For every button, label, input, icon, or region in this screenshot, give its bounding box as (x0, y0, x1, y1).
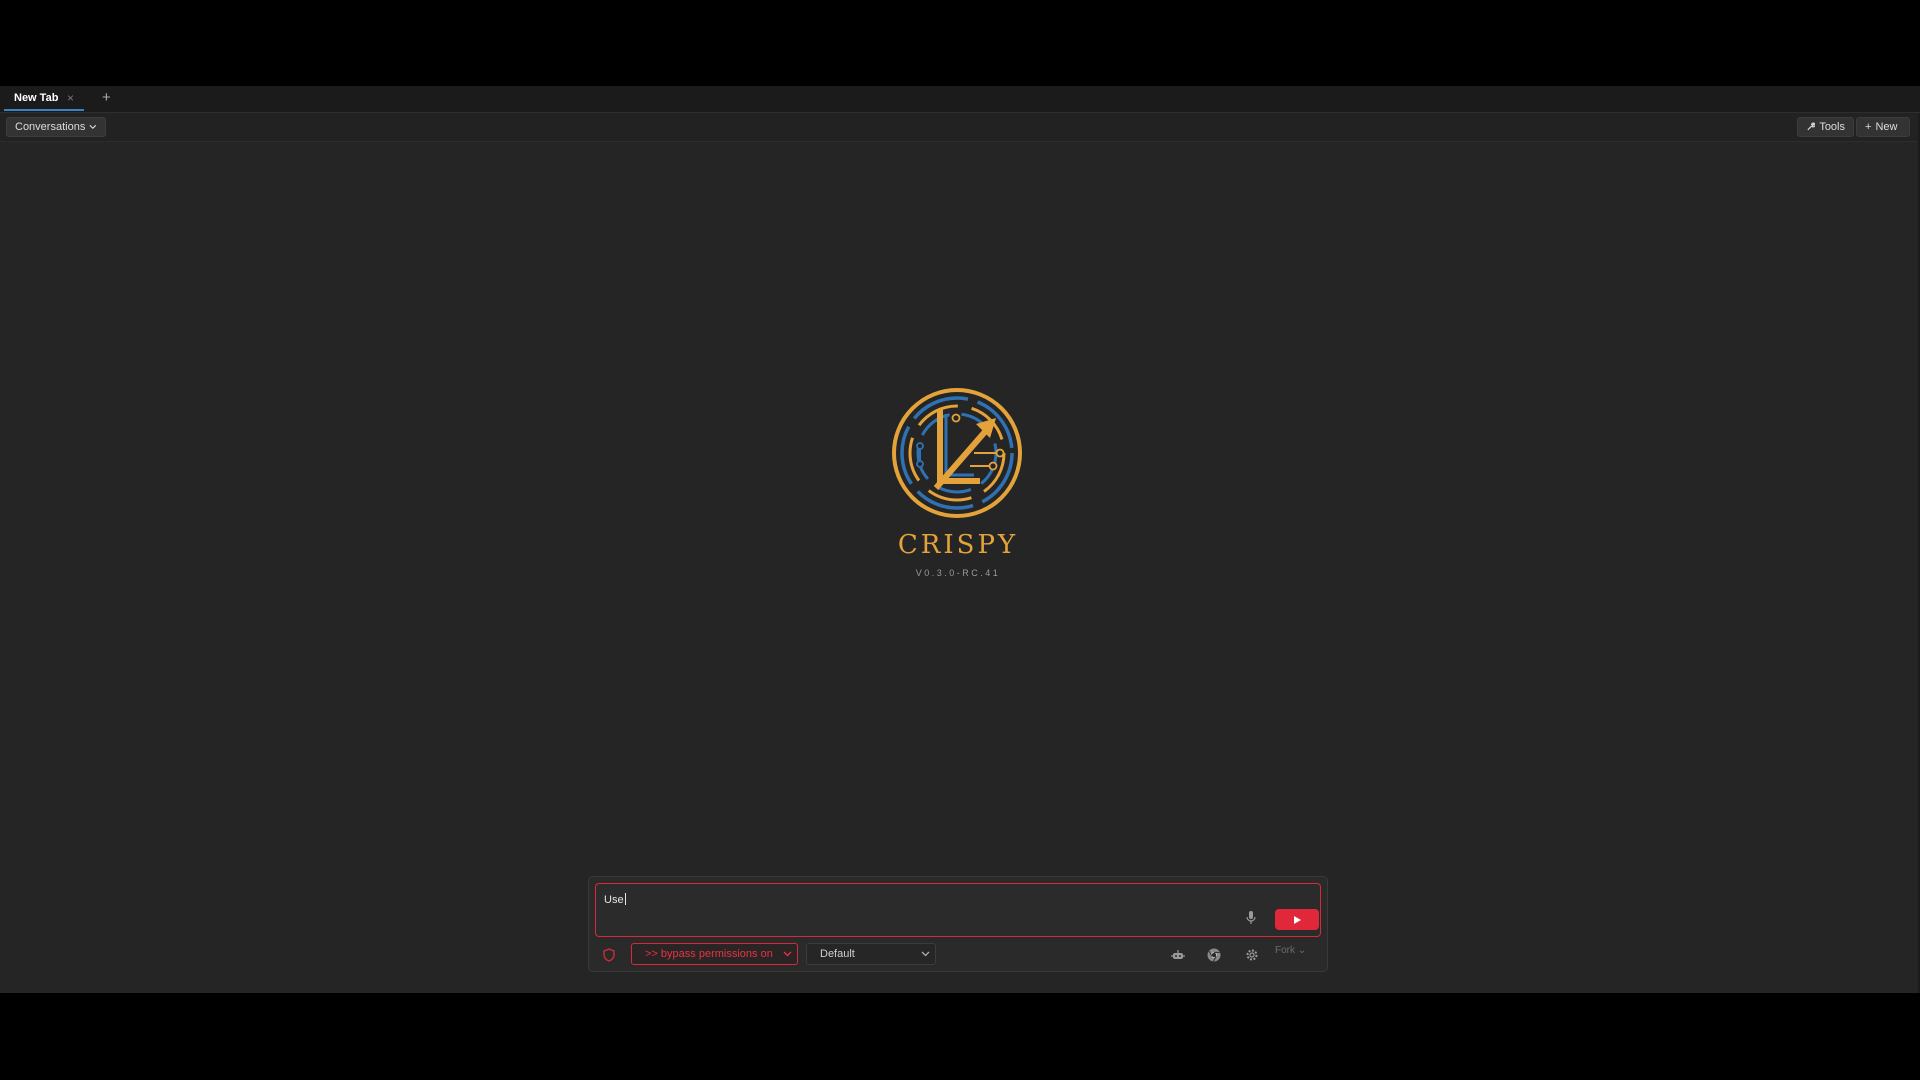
app-window: New Tab × + Conversations Tools + New CR… (0, 86, 1920, 993)
plus-icon[interactable]: + (102, 89, 111, 106)
message-input-text[interactable]: Use (604, 893, 626, 906)
permission-prefix: >> (645, 948, 658, 960)
tools-button[interactable]: Tools (1797, 117, 1854, 137)
robot-icon[interactable] (1170, 947, 1186, 963)
chevron-down-icon (89, 124, 97, 130)
permission-mode-select[interactable]: >> bypass permissions on (631, 943, 798, 965)
brand-name: CRISPY (897, 530, 1019, 560)
tab-new-tab[interactable]: New Tab × (4, 86, 84, 111)
conversations-label: Conversations (15, 121, 86, 133)
new-button[interactable]: + New (1856, 117, 1910, 137)
tab-label: New Tab (14, 91, 59, 104)
model-label: Default (820, 948, 855, 960)
chevron-down-icon (921, 951, 930, 957)
chevron-down-icon (783, 951, 792, 957)
chrome-icon[interactable] (1206, 947, 1222, 963)
new-label: New (1875, 121, 1898, 133)
shield-icon (603, 948, 615, 962)
close-icon[interactable]: × (67, 91, 74, 105)
gear-icon[interactable] (1244, 947, 1260, 963)
toolbar: Conversations Tools + New (0, 113, 1920, 142)
wrench-icon (1807, 122, 1816, 131)
composer: Use >> bypass permissions on Default For… (588, 876, 1328, 972)
microphone-icon[interactable] (1244, 910, 1258, 926)
tab-bar: New Tab × + (0, 86, 1920, 113)
send-icon (1294, 915, 1301, 924)
model-select[interactable]: Default (806, 943, 936, 965)
permission-mode-label: bypass permissions on (660, 948, 773, 960)
tools-label: Tools (1819, 121, 1845, 133)
fork-button[interactable]: Fork ⌄ (1275, 945, 1306, 956)
version-label: V0.3.0-RC.41 (915, 568, 1001, 578)
send-button[interactable] (1275, 909, 1319, 930)
conversations-dropdown[interactable]: Conversations (6, 117, 106, 137)
message-input[interactable]: Use (595, 883, 1321, 937)
plus-icon: + (1865, 121, 1872, 133)
crispy-logo (890, 386, 1024, 520)
